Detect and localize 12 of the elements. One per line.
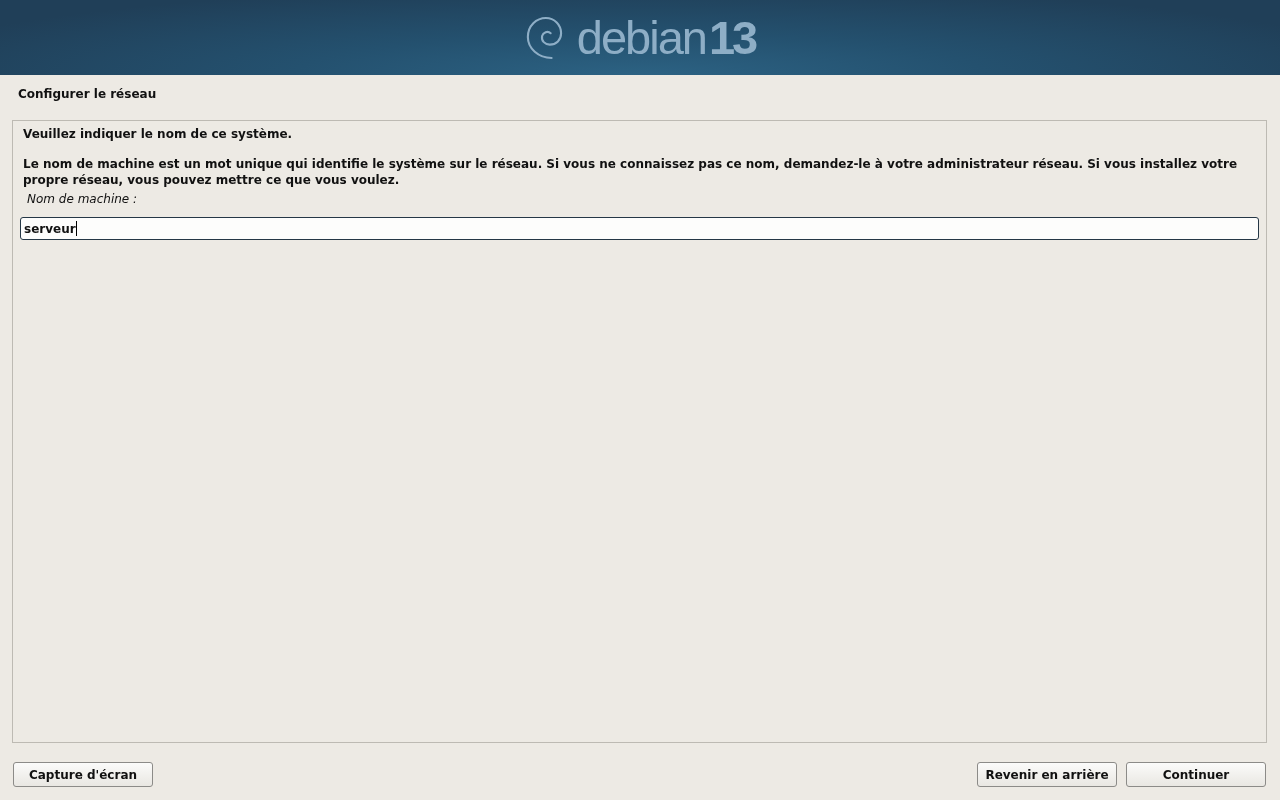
version-label: 13	[708, 14, 756, 61]
swirl-logo-icon	[524, 14, 563, 61]
nav-button[interactable]: Capture d'écran	[13, 762, 153, 787]
logo-wordmark: debian	[576, 14, 706, 61]
description-text: Le nom de machine est un mot unique qui identifie le système sur le réseau. Si vous ne connaissez pas ce nom, demandez-le à votre administrateur réseau. Si vous installez votre propre réseau, vous pouvez mettre ce que vous voulez.	[22, 156, 1239, 188]
field-label: Nom de machine :	[26, 191, 138, 207]
text-cursor-icon	[75, 221, 77, 236]
question-text: Veuillez indiquer le nom de ce système.	[22, 126, 294, 142]
step-title: Configurer le réseau	[18, 87, 157, 101]
nav-button[interactable]: Revenir en arrière	[977, 762, 1117, 787]
nav-button[interactable]: Continuer	[1126, 762, 1266, 787]
input-field[interactable]: serveur	[20, 217, 1259, 240]
